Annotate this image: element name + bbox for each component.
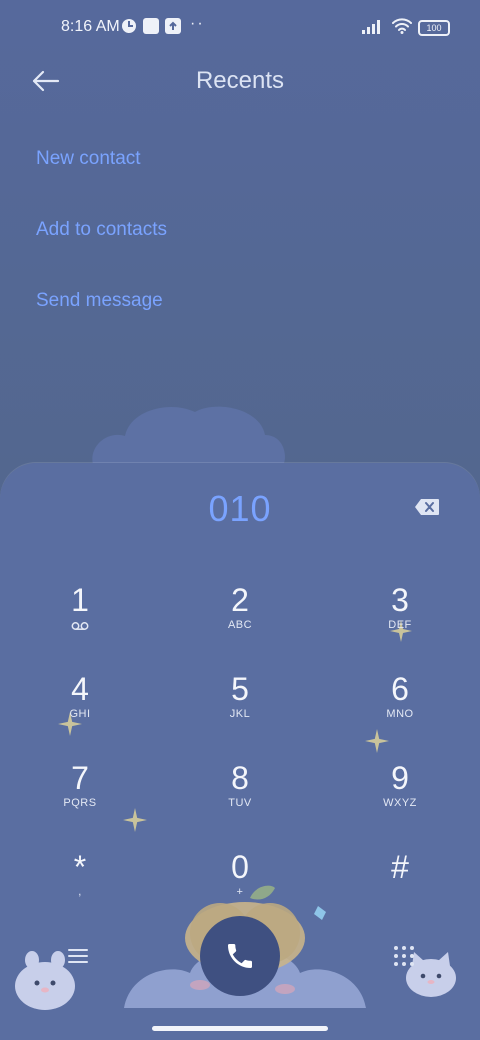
notification-square-icon: [143, 18, 159, 34]
key-2[interactable]: 2 ABC: [180, 582, 300, 662]
key-letters: WXYZ: [383, 797, 417, 809]
key-letters: GHI: [69, 708, 91, 720]
upload-icon: [165, 18, 181, 34]
call-button[interactable]: [200, 916, 280, 996]
key-digit: 2: [231, 582, 249, 618]
signal-icon: [362, 20, 380, 34]
key-1[interactable]: 1: [20, 582, 140, 662]
key-letters: MNO: [386, 708, 414, 720]
voicemail-icon: [71, 622, 89, 630]
key-letters: PQRS: [63, 797, 97, 809]
dialed-number[interactable]: 010: [0, 488, 480, 530]
key-7[interactable]: 7 PQRS: [20, 760, 140, 840]
key-digit: 9: [391, 760, 409, 796]
key-5[interactable]: 5 JKL: [180, 671, 300, 751]
cloud-decoration: [92, 406, 285, 470]
key-4[interactable]: 4 GHI: [20, 671, 140, 751]
status-time: 8:16 AM: [61, 18, 120, 35]
key-letters: DEF: [388, 619, 412, 631]
home-indicator[interactable]: [152, 1026, 328, 1031]
send-message-button[interactable]: Send message: [36, 290, 163, 312]
wifi-icon: [392, 18, 412, 34]
new-contact-button[interactable]: New contact: [36, 148, 141, 170]
backspace-icon[interactable]: [414, 498, 440, 516]
key-digit: 1: [71, 582, 89, 618]
key-digit: 8: [231, 760, 249, 796]
key-9[interactable]: 9 WXYZ: [340, 760, 460, 840]
key-8[interactable]: 8 TUV: [180, 760, 300, 840]
key-digit: 7: [71, 760, 89, 796]
key-letters: ABC: [227, 619, 253, 631]
key-letters: TUV: [228, 797, 252, 809]
key-digit: 3: [391, 582, 409, 618]
key-6[interactable]: 6 MNO: [340, 671, 460, 751]
key-letters: JKL: [229, 708, 251, 720]
more-notifications-icon: ··: [190, 15, 205, 32]
key-digit: 6: [391, 671, 409, 707]
key-digit: 5: [231, 671, 249, 707]
phone-icon: [228, 944, 252, 968]
add-to-contacts-button[interactable]: Add to contacts: [36, 219, 167, 241]
page-title: Recents: [195, 67, 285, 94]
status-bar: 8:16 AM ·· 100: [0, 0, 480, 56]
app-notification-icon: [122, 19, 136, 33]
menu-icon[interactable]: [68, 948, 88, 964]
key-3[interactable]: 3 DEF: [340, 582, 460, 662]
key-digit: 4: [71, 671, 89, 707]
keypad-icon[interactable]: [393, 945, 415, 967]
battery-icon: 100: [418, 20, 450, 36]
